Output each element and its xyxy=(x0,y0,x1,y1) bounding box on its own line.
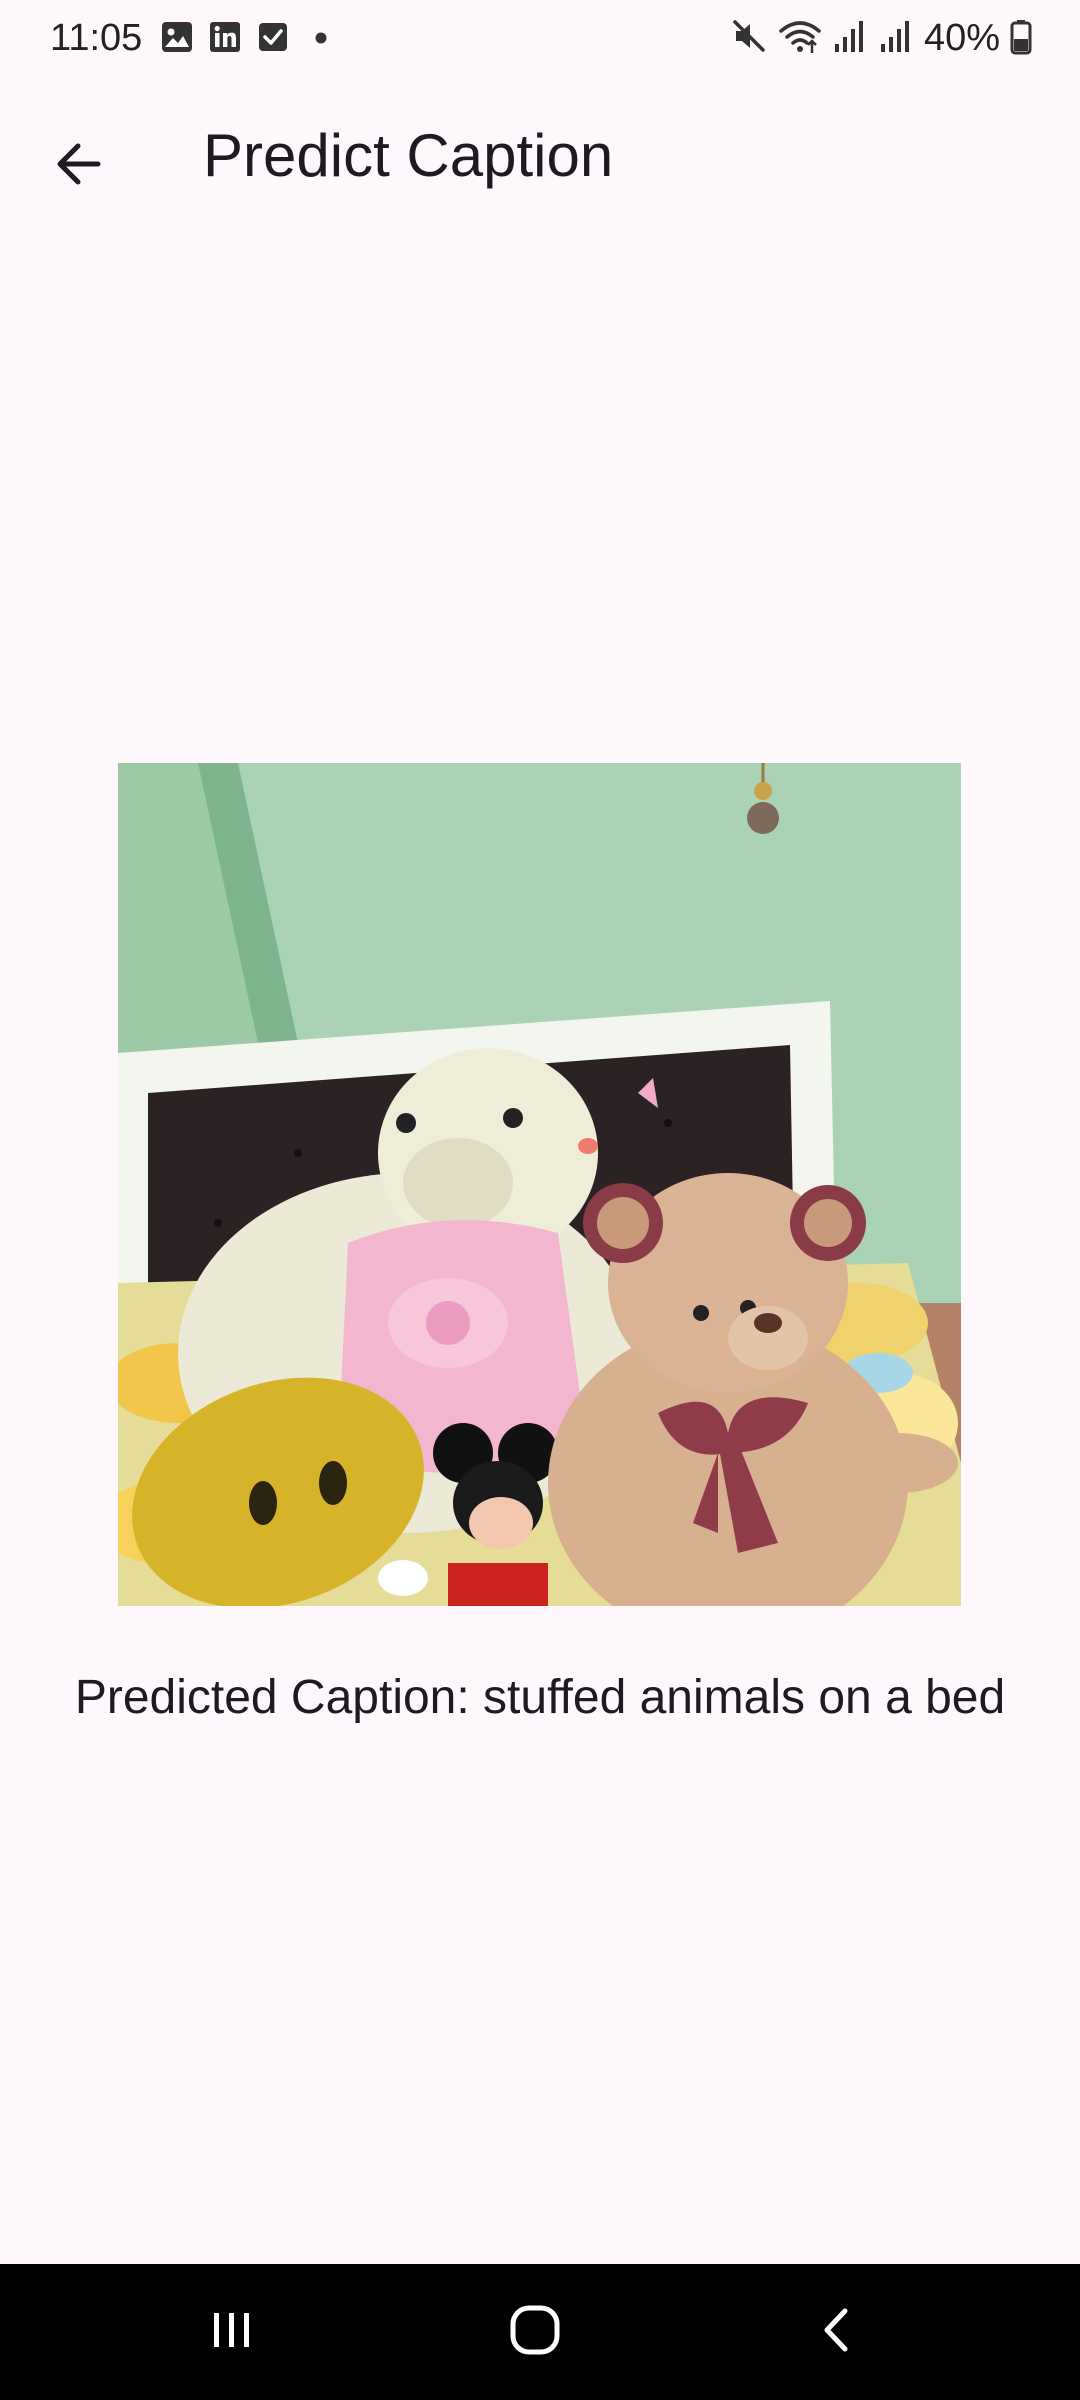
system-back-button[interactable] xyxy=(758,2264,918,2400)
navigation-bar xyxy=(0,2264,1080,2400)
status-bar: 11:05 40% xyxy=(0,0,1080,78)
app-bar: Predict Caption xyxy=(0,78,1080,234)
page-title: Predict Caption xyxy=(203,122,614,189)
home-icon xyxy=(507,2302,563,2363)
recent-apps-button[interactable] xyxy=(152,2264,312,2400)
signal-icon xyxy=(832,17,868,60)
linkedin-icon xyxy=(208,20,242,59)
system-icons: 40% xyxy=(730,16,1032,60)
signal-icon xyxy=(878,17,914,60)
gallery-icon xyxy=(160,20,194,59)
checkbox-icon xyxy=(256,20,290,59)
back-button[interactable] xyxy=(30,118,126,214)
back-icon xyxy=(813,2305,863,2360)
notification-icons xyxy=(160,20,338,59)
battery-icon xyxy=(1010,17,1032,60)
arrow-back-icon xyxy=(52,138,104,195)
predicted-caption: Predicted Caption: stuffed animals on a … xyxy=(74,1671,1006,1724)
status-time: 11:05 xyxy=(50,17,143,59)
predicted-image xyxy=(118,763,961,1606)
dot-icon xyxy=(304,20,338,59)
mute-icon xyxy=(730,17,768,60)
recent-apps-icon xyxy=(207,2305,257,2360)
home-button[interactable] xyxy=(455,2264,615,2400)
battery-percent: 40% xyxy=(923,17,1000,59)
wifi-icon xyxy=(778,17,822,60)
